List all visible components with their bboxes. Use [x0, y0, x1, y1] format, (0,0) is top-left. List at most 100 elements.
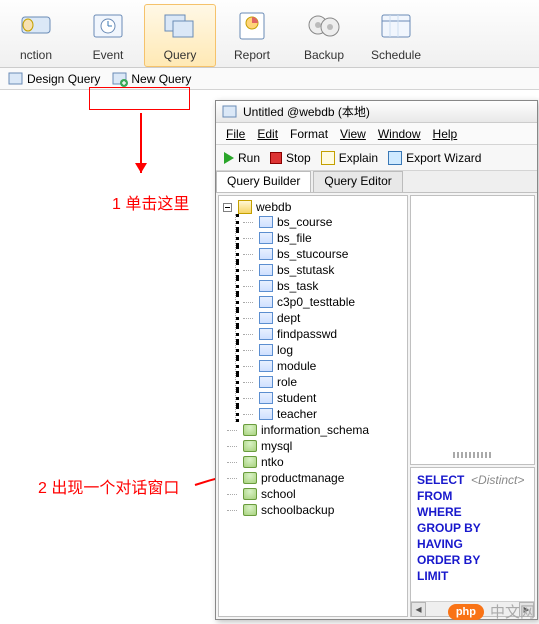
tree-item-label: log — [277, 343, 293, 357]
database-icon — [243, 504, 257, 516]
tree-item-label: module — [277, 359, 316, 373]
dialog-title: Untitled @webdb (本地) — [243, 103, 370, 120]
tree-item-label: bs_course — [277, 215, 332, 229]
tree-table-item[interactable]: role — [236, 374, 407, 390]
tree-item-label: schoolbackup — [261, 503, 334, 517]
ribbon-function[interactable]: nction — [0, 4, 72, 67]
export-wizard-button[interactable]: Export Wizard — [386, 150, 483, 166]
tree-table-item[interactable]: dept — [236, 310, 407, 326]
table-icon — [259, 248, 273, 260]
collapse-icon[interactable] — [223, 203, 232, 212]
ribbon-report[interactable]: Report — [216, 4, 288, 67]
explain-icon — [321, 151, 335, 165]
watermark: php 中文网 — [448, 601, 535, 622]
stop-button[interactable]: Stop — [268, 150, 313, 166]
tree-item-label: bs_stucourse — [277, 247, 348, 261]
table-icon — [259, 232, 273, 244]
tree-table-item[interactable]: bs_course — [236, 214, 407, 230]
table-icon — [259, 392, 273, 404]
design-query-button[interactable]: Design Query — [4, 70, 104, 88]
tree-table-item[interactable]: teacher — [236, 406, 407, 422]
annotation-box-1 — [89, 87, 190, 110]
tab-query-builder[interactable]: Query Builder — [216, 171, 311, 192]
database-icon — [243, 456, 257, 468]
database-root-icon — [238, 200, 252, 214]
watermark-text: 中文网 — [490, 601, 535, 622]
ribbon-query[interactable]: Query — [144, 4, 216, 67]
tree-database-item[interactable]: school — [223, 486, 407, 502]
sub-toolbar: Design Query New Query — [0, 68, 539, 90]
tree-item-label: ntko — [261, 455, 284, 469]
database-icon — [243, 488, 257, 500]
tree-table-item[interactable]: findpasswd — [236, 326, 407, 342]
tree-table-item[interactable]: log — [236, 342, 407, 358]
menu-view[interactable]: View — [336, 126, 370, 142]
tree-database-item[interactable]: information_schema — [223, 422, 407, 438]
ribbon-event[interactable]: Event — [72, 4, 144, 67]
table-icon — [259, 216, 273, 228]
dialog-menubar: File Edit Format View Window Help — [216, 123, 537, 145]
run-button[interactable]: Run — [222, 150, 262, 166]
design-query-icon — [8, 71, 24, 87]
ribbon-label: Schedule — [361, 48, 431, 62]
dialog-tabs: Query Builder Query Editor — [216, 171, 537, 193]
builder-right-column: SELECT <Distinct> FROM WHERE GROUP BY HA… — [410, 195, 535, 617]
schema-tree[interactable]: webdb bs_course bs_file bs_stucoursebs_stu… — [218, 195, 408, 617]
dialog-titlebar[interactable]: Untitled @webdb (本地) — [216, 101, 537, 123]
tree-item-label: role — [277, 375, 297, 389]
schedule-icon — [376, 7, 416, 43]
ribbon-label: Backup — [289, 48, 359, 62]
new-query-label: New Query — [131, 72, 191, 86]
annotation-text-2: 2 出现一个对话窗口 — [38, 474, 179, 498]
database-icon — [243, 472, 257, 484]
tree-table-item[interactable]: bs_stucourse — [236, 246, 407, 262]
menu-help[interactable]: Help — [429, 126, 462, 142]
query-icon — [160, 7, 200, 43]
table-icon — [259, 280, 273, 292]
tree-database-item[interactable]: mysql — [223, 438, 407, 454]
scroll-left-icon[interactable]: ◂ — [411, 602, 426, 617]
table-icon — [259, 264, 273, 276]
tree-item-label: information_schema — [261, 423, 369, 437]
tree-table-item[interactable]: bs_file — [236, 230, 407, 246]
tab-query-editor[interactable]: Query Editor — [313, 171, 402, 192]
ribbon-label: Report — [217, 48, 287, 62]
new-query-button[interactable]: New Query — [108, 70, 195, 88]
tree-table-item[interactable]: c3p0_testtable — [236, 294, 407, 310]
builder-canvas[interactable] — [410, 195, 535, 465]
tree-item-label: c3p0_testtable — [277, 295, 355, 309]
tree-table-item[interactable]: bs_stutask — [236, 262, 407, 278]
ribbon-label: Query — [145, 48, 215, 62]
table-icon — [259, 296, 273, 308]
explain-button[interactable]: Explain — [319, 150, 380, 166]
menu-format[interactable]: Format — [286, 126, 332, 142]
tree-database-item[interactable]: productmanage — [223, 470, 407, 486]
tree-table-item[interactable]: module — [236, 358, 407, 374]
backup-icon — [304, 7, 344, 43]
stop-icon — [270, 152, 282, 164]
database-icon — [243, 440, 257, 452]
table-icon — [259, 344, 273, 356]
ribbon-schedule[interactable]: Schedule — [360, 4, 432, 67]
tree-item-label: productmanage — [261, 471, 344, 485]
table-icon — [259, 360, 273, 372]
function-icon — [16, 7, 56, 43]
tree-database-item[interactable]: schoolbackup — [223, 502, 407, 518]
menu-edit[interactable]: Edit — [253, 126, 282, 142]
menu-window[interactable]: Window — [374, 126, 425, 142]
tree-root[interactable]: webdb — [223, 200, 407, 214]
run-icon — [224, 152, 234, 164]
ribbon-backup[interactable]: Backup — [288, 4, 360, 67]
tree-table-item[interactable]: bs_task — [236, 278, 407, 294]
dialog-body: webdb bs_course bs_file bs_stucoursebs_stu… — [216, 193, 537, 619]
new-query-icon — [112, 71, 128, 87]
menu-file[interactable]: File — [222, 126, 249, 142]
tree-table-item[interactable]: student — [236, 390, 407, 406]
tree-database-item[interactable]: ntko — [223, 454, 407, 470]
drag-handle-icon[interactable] — [453, 452, 493, 458]
sql-preview: SELECT <Distinct> FROM WHERE GROUP BY HA… — [410, 467, 535, 617]
table-icon — [259, 312, 273, 324]
tree-item-label: bs_task — [277, 279, 318, 293]
tree-item-label: bs_file — [277, 231, 312, 245]
dialog-title-icon — [222, 104, 238, 120]
